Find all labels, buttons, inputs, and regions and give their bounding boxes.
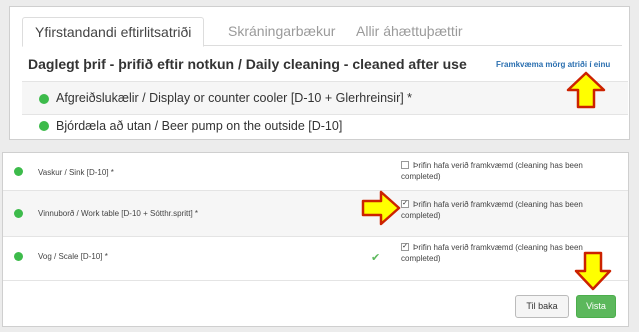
section-title: Daglegt þrif - þrifið eftir notkun / Dai… <box>28 56 467 72</box>
status-dot-icon <box>39 121 49 131</box>
tab-bar: Yfirstandandi eftirlitsatriði Skráningar… <box>22 17 622 47</box>
arrow-up-icon <box>566 71 606 109</box>
table-row: Vog / Scale [D-10] * ✔ ✓ Þrifin hafa ver… <box>3 237 628 281</box>
tab-logbooks[interactable]: Skráningarbækur <box>216 17 347 46</box>
list-item[interactable]: Bjórdæla að utan / Beer pump on the outs… <box>22 116 628 140</box>
bulk-complete-panel: Vaskur / Sink [D-10] * Þrifin hafa verið… <box>2 152 629 327</box>
arrow-right-icon <box>361 190 401 226</box>
checkmark-icon: ✔ <box>371 252 381 264</box>
checkbox-label: Þrifin hafa verið framkvæmd (cleaning ha… <box>401 200 583 220</box>
arrow-down-icon <box>574 251 612 291</box>
list-item[interactable]: Afgreiðslukælir / Display or counter coo… <box>22 81 628 115</box>
status-dot-icon <box>14 167 23 176</box>
list-item-label: Afgreiðslukælir / Display or counter coo… <box>56 91 413 105</box>
table-row: Vinnuborð / Work table [D-10 + Sótthr.sp… <box>3 191 628 237</box>
current-items-panel: Yfirstandandi eftirlitsatriði Skráningar… <box>9 6 630 140</box>
checkbox-label: Þrifin hafa verið framkvæmd (cleaning ha… <box>401 161 583 181</box>
item-name: Vinnuborð / Work table [D-10 + Sótthr.sp… <box>38 209 199 218</box>
tab-all-risk-factors[interactable]: Allir áhættuþættir <box>344 17 475 46</box>
perform-multiple-link[interactable]: Framkvæma mörg atriði í einu <box>496 60 610 69</box>
item-name: Vog / Scale [D-10] * <box>38 252 108 261</box>
item-name: Vaskur / Sink [D-10] * <box>38 168 114 177</box>
list-item-label: Bjórdæla að utan / Beer pump on the outs… <box>56 119 343 133</box>
status-dot-icon <box>39 94 49 104</box>
back-button[interactable]: Til baka <box>515 295 569 318</box>
table-row: Vaskur / Sink [D-10] * Þrifin hafa verið… <box>3 153 628 191</box>
save-button[interactable]: Vista <box>576 295 616 318</box>
status-dot-icon <box>14 209 23 218</box>
status-dot-icon <box>14 252 23 261</box>
tab-current-inspection-items[interactable]: Yfirstandandi eftirlitsatriði <box>22 17 205 47</box>
